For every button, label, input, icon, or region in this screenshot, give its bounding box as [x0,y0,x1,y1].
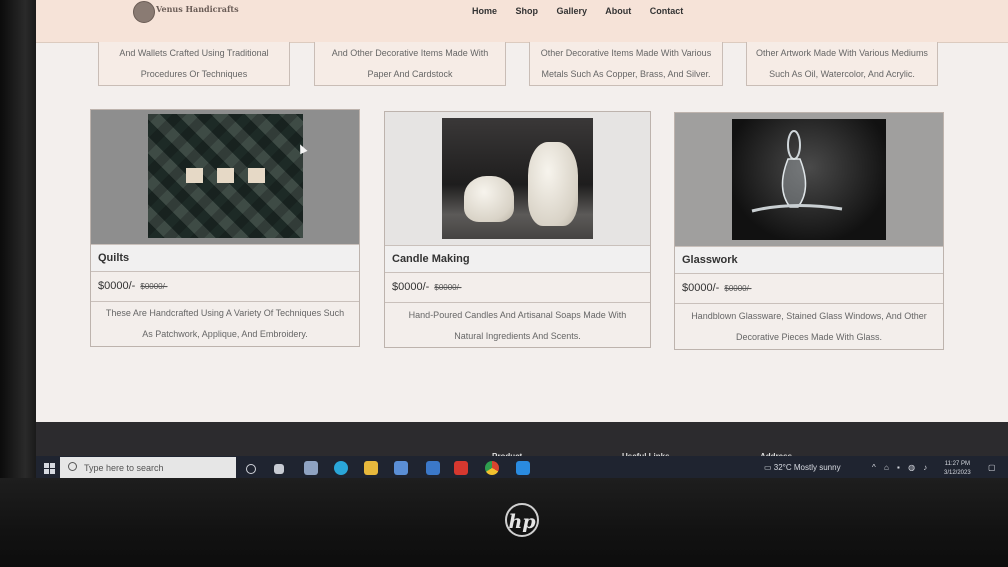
old-price: $0000/- [140,282,168,291]
clock-date: 3/12/2023 [944,470,971,476]
top-card-1[interactable]: And Wallets Crafted Using Traditional Pr… [98,42,290,86]
desc-line1: Hand-Poured Candles And Artisanal Soaps … [408,310,627,320]
glass-vase-icon [751,130,843,213]
glasswork-photo [732,119,886,240]
file-manager-icon[interactable] [304,461,318,475]
nav-links: Home Shop Gallery About Contact [472,6,699,16]
current-price: $0000/- [682,282,720,294]
navbar: Venus Handicrafts Home Shop Gallery Abou… [36,0,1008,43]
old-price: $0000/- [434,283,462,292]
logo-text[interactable]: Venus Handicrafts [156,4,239,14]
taskbar: Type here to search ▭ 32°C Mostly sunny … [36,456,1008,480]
clock-time: 11:27 PM [944,461,970,467]
quilt-photo [148,114,303,238]
system-tray-icons[interactable]: ^ ⌂ ▪ ◍ ♪ [872,463,930,472]
top-card-desc-line1: Other Artwork Made With Various Mediums [756,48,928,58]
product-image-area [675,113,943,246]
weather-widget[interactable]: ▭ 32°C Mostly sunny [764,463,841,472]
monitor-bezel-bottom [0,478,1008,567]
product-description: Handblown Glassware, Stained Glass Windo… [675,306,943,348]
mail-icon[interactable] [426,461,440,475]
monitor-bezel-left [0,0,36,480]
candle-shape [464,176,514,222]
product-title[interactable]: Quilts [91,244,359,272]
desc-line2: Decorative Pieces Made With Glass. [735,332,883,342]
desc-line1: Handblown Glassware, Stained Glass Windo… [691,311,927,321]
screen: Venus Handicrafts Home Shop Gallery Abou… [36,0,1008,480]
product-title[interactable]: Candle Making [385,245,650,273]
taskbar-clock[interactable]: 11:27 PM 3/12/2023 [944,460,971,478]
store-icon[interactable] [394,461,408,475]
product-card-candle-making[interactable]: Candle Making $0000/- $0000/- Hand-Poure… [384,111,651,348]
search-icon [68,462,77,471]
product-price: $0000/- $0000/- [385,272,650,303]
nav-gallery[interactable]: Gallery [557,6,588,16]
task-view-icon[interactable] [246,464,256,474]
hp-logo: hp [505,503,539,537]
search-placeholder: Type here to search [84,463,164,473]
chrome-icon[interactable] [485,461,499,475]
loading-dot [186,168,203,183]
nav-about[interactable]: About [605,6,631,16]
top-card-desc-line2: Such As Oil, Watercolor, And Acrylic. [769,69,915,79]
desc-line2: Natural Ingredients And Scents. [454,331,581,341]
top-card-4[interactable]: Other Artwork Made With Various Mediums … [746,42,938,86]
loading-dot [217,168,234,183]
nav-home[interactable]: Home [472,6,497,16]
nav-shop[interactable]: Shop [516,6,539,16]
footer: Product Useful Links Address [36,422,1008,461]
edge-icon[interactable] [334,461,348,475]
file-explorer-icon[interactable] [364,461,378,475]
desc-line2: As Patchwork, Applique, And Embroidery. [142,329,308,339]
top-card-desc-line2: Metals Such As Copper, Brass, And Silver… [541,69,711,79]
candle-photo [442,118,593,239]
weather-text: 32°C Mostly sunny [773,463,841,472]
loading-dot [248,168,265,183]
top-card-desc-line1: And Wallets Crafted Using Traditional [119,48,269,58]
top-card-2[interactable]: And Other Decorative Items Made With Pap… [314,42,506,86]
product-image-area [91,110,359,244]
logo-icon[interactable] [133,1,155,23]
top-card-desc-line1: And Other Decorative Items Made With [331,48,489,58]
candle-shape [528,142,578,226]
product-price: $0000/- $0000/- [91,271,359,302]
product-description: These Are Handcrafted Using A Variety Of… [91,303,359,345]
weather-icon: ▭ [764,463,774,472]
desc-line1: These Are Handcrafted Using A Variety Of… [105,308,345,318]
product-description: Hand-Poured Candles And Artisanal Soaps … [385,305,650,347]
notification-icon[interactable]: ▢ [988,463,996,472]
product-price: $0000/- $0000/- [675,273,943,304]
top-card-3[interactable]: Other Decorative Items Made With Various… [529,42,723,86]
old-price: $0000/- [724,284,752,293]
top-card-desc-line1: Other Decorative Items Made With Various [540,48,712,58]
current-price: $0000/- [392,281,430,293]
vscode-icon[interactable] [516,461,530,475]
wps-office-icon[interactable] [454,461,468,475]
top-card-desc-line2: Paper And Cardstock [367,69,453,79]
product-card-glasswork[interactable]: Glasswork $0000/- $0000/- Handblown Glas… [674,112,944,350]
windows-start-icon[interactable] [44,463,56,475]
widgets-icon[interactable] [274,464,284,474]
product-card-quilts[interactable]: Quilts $0000/- $0000/- These Are Handcra… [90,109,360,347]
top-card-desc-line2: Procedures Or Techniques [140,69,248,79]
taskbar-search-box[interactable]: Type here to search [60,457,236,479]
current-price: $0000/- [98,280,136,292]
nav-contact[interactable]: Contact [650,6,684,16]
product-image-area [385,112,650,245]
product-title[interactable]: Glasswork [675,246,943,274]
